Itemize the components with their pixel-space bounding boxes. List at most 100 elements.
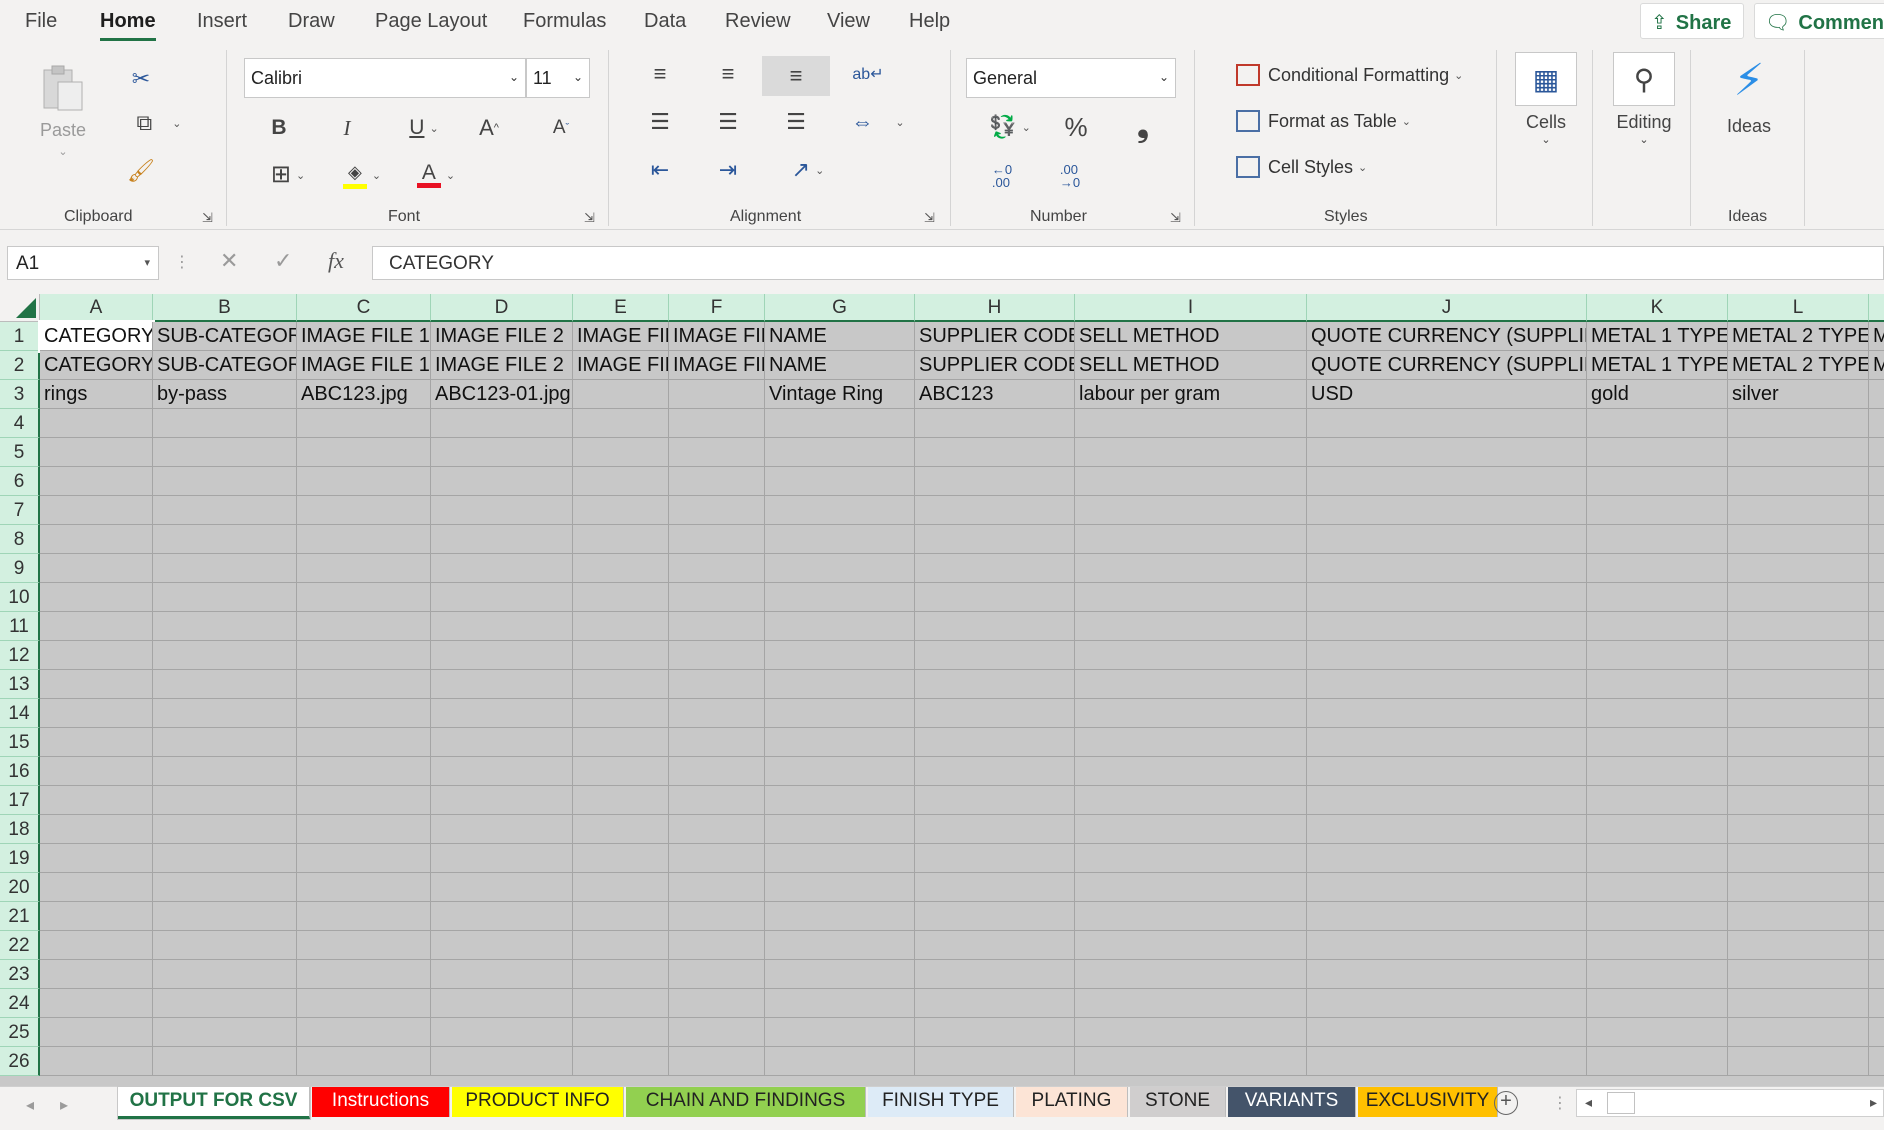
sheet-tab[interactable]: PLATING: [1016, 1087, 1128, 1117]
grid-cell[interactable]: [669, 757, 765, 786]
align-right-button[interactable]: ☰: [778, 106, 814, 138]
grid-cell[interactable]: [1869, 1047, 1884, 1076]
grid-cell[interactable]: [1075, 786, 1307, 815]
grid-cell[interactable]: [1307, 438, 1587, 467]
grid-cell[interactable]: [915, 815, 1075, 844]
grid-cell[interactable]: METAL 1 TYPE: [1587, 351, 1728, 380]
grid-cell[interactable]: [153, 554, 297, 583]
orientation-wrap-button[interactable]: ab↵: [850, 58, 886, 90]
grid-cell[interactable]: NAME: [765, 351, 915, 380]
grid-cell[interactable]: [1869, 989, 1884, 1018]
align-center-button[interactable]: ☰: [710, 106, 746, 138]
grid-cell[interactable]: [915, 525, 1075, 554]
grid-cell[interactable]: [765, 583, 915, 612]
row-header[interactable]: 9: [0, 554, 40, 583]
grow-font-button[interactable]: A ^: [472, 112, 506, 144]
fill-color-button[interactable]: ◈ ⌄: [334, 158, 390, 192]
copy-button[interactable]: ⧉ ⌄: [124, 108, 194, 138]
grid-cell[interactable]: [1075, 931, 1307, 960]
conditional-formatting-button[interactable]: Conditional Formatting ⌄: [1236, 64, 1463, 86]
grid-cell[interactable]: [1307, 786, 1587, 815]
grid-cell[interactable]: [153, 525, 297, 554]
grid-cell[interactable]: [40, 641, 153, 670]
grid-cell[interactable]: [1307, 873, 1587, 902]
grid-cell[interactable]: [1587, 1018, 1728, 1047]
grid-cell[interactable]: [431, 438, 573, 467]
row-header[interactable]: 2: [0, 351, 40, 380]
grid-cell[interactable]: [1728, 844, 1869, 873]
cut-button[interactable]: ✂: [126, 64, 156, 94]
grid-cell[interactable]: [1587, 438, 1728, 467]
grid-cell[interactable]: [1728, 873, 1869, 902]
grid-cell[interactable]: [1869, 815, 1884, 844]
orientation-button[interactable]: ↗ ⌄: [780, 154, 836, 186]
grid-cell[interactable]: [40, 438, 153, 467]
tab-review[interactable]: Review: [725, 10, 791, 33]
grid-cell[interactable]: [765, 699, 915, 728]
grid-cell[interactable]: [1075, 699, 1307, 728]
grid-cell[interactable]: [297, 844, 431, 873]
tab-data[interactable]: Data: [644, 10, 686, 33]
grid-cell[interactable]: [1307, 612, 1587, 641]
grid-cell[interactable]: [1728, 583, 1869, 612]
grid-cell[interactable]: [915, 786, 1075, 815]
tab-page-layout[interactable]: Page Layout: [375, 10, 487, 33]
grid-cell[interactable]: IMAGE FILE 2: [431, 322, 573, 351]
grid-cell[interactable]: [573, 931, 669, 960]
grid-cell[interactable]: METAL 2 TYPE: [1728, 322, 1869, 351]
grid-cell[interactable]: IMAGE FIL: [573, 322, 669, 351]
row-header[interactable]: 15: [0, 728, 40, 757]
grid-cell[interactable]: [1075, 670, 1307, 699]
grid-cell[interactable]: [153, 670, 297, 699]
grid-cell[interactable]: [915, 728, 1075, 757]
grid-cell[interactable]: [431, 612, 573, 641]
tab-formulas[interactable]: Formulas: [523, 10, 606, 33]
grid-cell[interactable]: [1587, 612, 1728, 641]
grid-cell[interactable]: [915, 641, 1075, 670]
grid-cell[interactable]: [915, 438, 1075, 467]
grid-cell[interactable]: [1728, 438, 1869, 467]
grid-cell[interactable]: [669, 525, 765, 554]
grid-cell[interactable]: [1075, 409, 1307, 438]
grid-cell[interactable]: [1075, 583, 1307, 612]
grid-cell[interactable]: [1728, 699, 1869, 728]
grid-cell[interactable]: [765, 960, 915, 989]
grid-cell[interactable]: [431, 641, 573, 670]
grid-cell[interactable]: [153, 989, 297, 1018]
grid-cell[interactable]: [765, 902, 915, 931]
grid-cell[interactable]: [573, 728, 669, 757]
cell-styles-button[interactable]: Cell Styles ⌄: [1236, 156, 1367, 178]
sheet-tab[interactable]: VARIANTS: [1228, 1087, 1356, 1117]
grid-cell[interactable]: [297, 583, 431, 612]
scroll-thumb[interactable]: [1607, 1092, 1635, 1114]
grid-cell[interactable]: [1075, 467, 1307, 496]
grid-cell[interactable]: [1307, 931, 1587, 960]
grid-cell[interactable]: [573, 844, 669, 873]
grid-cell[interactable]: [297, 641, 431, 670]
sheet-tab[interactable]: PRODUCT INFO: [452, 1087, 624, 1117]
grid-cell[interactable]: [669, 1047, 765, 1076]
grid-cell[interactable]: [297, 409, 431, 438]
grid-cell[interactable]: [573, 757, 669, 786]
grid-cell[interactable]: [1587, 670, 1728, 699]
grid-cell[interactable]: [431, 757, 573, 786]
grid-cell[interactable]: [431, 728, 573, 757]
grid-cell[interactable]: [1869, 612, 1884, 641]
grid-cell[interactable]: [1587, 525, 1728, 554]
grid-cell[interactable]: [297, 1047, 431, 1076]
grid-cell[interactable]: [431, 1047, 573, 1076]
grid-cell[interactable]: [1307, 467, 1587, 496]
column-header[interactable]: H: [915, 294, 1075, 322]
ideas-button[interactable]: ⚡ Ideas: [1714, 56, 1784, 137]
column-header[interactable]: L: [1728, 294, 1869, 322]
grid-cell[interactable]: [765, 844, 915, 873]
column-header[interactable]: J: [1307, 294, 1587, 322]
column-header[interactable]: F: [669, 294, 765, 322]
row-header[interactable]: 21: [0, 902, 40, 931]
grid-cell[interactable]: [915, 467, 1075, 496]
grid-cell[interactable]: [431, 699, 573, 728]
grid-cell[interactable]: [1728, 989, 1869, 1018]
grid-cell[interactable]: silver: [1728, 380, 1869, 409]
grid-cell[interactable]: [431, 1018, 573, 1047]
grid-cell[interactable]: [40, 989, 153, 1018]
